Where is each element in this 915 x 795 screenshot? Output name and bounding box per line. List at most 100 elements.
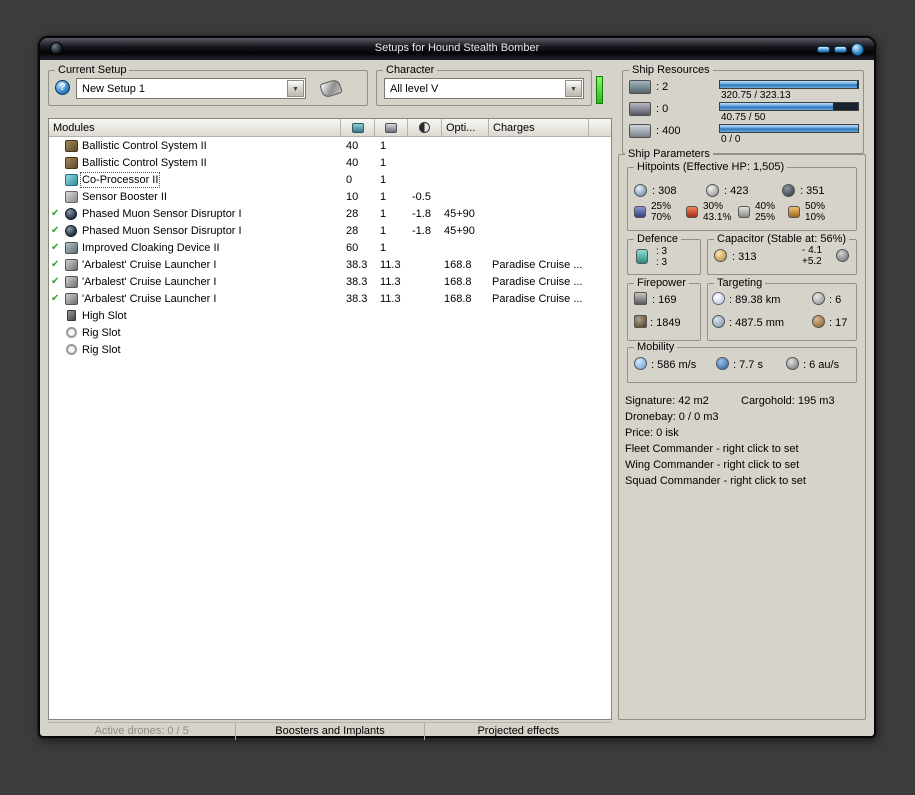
- module-row[interactable]: ✔ Phased Muon Sensor Disruptor I 28 1 -1…: [49, 206, 611, 223]
- fitted-check-icon: ✔: [51, 208, 60, 219]
- module-row[interactable]: Rig Slot: [49, 342, 611, 359]
- module-cpu-value: 38.3: [346, 276, 368, 288]
- module-row[interactable]: ✔ 'Arbalest' Cruise Launcher I 38.3 11.3…: [49, 291, 611, 308]
- module-cpu-value: 38.3: [346, 293, 368, 305]
- window-body: Current Setup ? New Setup 1 ▼ Character …: [40, 60, 874, 740]
- dropdown-arrow-icon[interactable]: ▼: [565, 80, 582, 97]
- max-targets-value: : 6: [829, 294, 842, 306]
- defence-value-2: : 3: [656, 257, 668, 268]
- kinetic-resist-icon: [738, 206, 750, 218]
- module-row[interactable]: ✔ 'Arbalest' Cruise Launcher I 38.3 11.3…: [49, 274, 611, 291]
- help-icon[interactable]: ?: [55, 80, 70, 95]
- fleet-commander-stat[interactable]: Fleet Commander - right click to set: [625, 443, 799, 455]
- scan-resolution-value: : 487.5 mm: [729, 317, 785, 329]
- warp-speed-icon: [786, 357, 799, 370]
- module-row[interactable]: Ballistic Control System II 40 1: [49, 138, 611, 155]
- minimize-button[interactable]: [817, 45, 830, 53]
- setup-select[interactable]: New Setup 1 ▼: [76, 78, 306, 99]
- setup-tools-icon[interactable]: [317, 78, 345, 98]
- module-powergrid-value: 11.3: [380, 276, 401, 288]
- capacitor-recharge-icon: [836, 249, 849, 262]
- tab-active-drones[interactable]: Active drones: 0 / 5: [48, 723, 237, 740]
- column-header-capacitor[interactable]: [408, 119, 442, 137]
- cpu-icon: [629, 80, 651, 94]
- module-row[interactable]: Co-Processor II 0 1: [49, 172, 611, 189]
- module-cpu-value: 0: [346, 174, 353, 186]
- module-row[interactable]: ✔ Phased Muon Sensor Disruptor I 28 1 -1…: [49, 223, 611, 240]
- targeting-range-value: : 89.38 km: [729, 294, 781, 306]
- tab-projected-effects[interactable]: Projected effects: [425, 723, 612, 740]
- em-resist-icon: [634, 206, 646, 218]
- module-row[interactable]: ✔ Improved Cloaking Device II 60 1: [49, 240, 611, 257]
- thermal-resist-bottom: 43.1%: [703, 212, 732, 223]
- column-header-charges[interactable]: Charges: [489, 119, 589, 137]
- shield-hp-value: : 308: [652, 185, 677, 197]
- column-header-optimal[interactable]: Opti...: [442, 119, 489, 137]
- module-name: Sensor Booster II: [82, 191, 167, 203]
- titlebar[interactable]: Setups for Hound Stealth Bomber: [40, 38, 874, 60]
- character-select-value: All level V: [390, 83, 439, 95]
- kinetic-resist-bottom: 25%: [755, 212, 776, 223]
- squad-commander-stat[interactable]: Squad Commander - right click to set: [625, 475, 806, 487]
- module-name: Improved Cloaking Device II: [82, 242, 220, 254]
- module-row[interactable]: ✔ 'Arbalest' Cruise Launcher I 38.3 11.3…: [49, 257, 611, 274]
- module-icon: [65, 293, 78, 305]
- price-stat: Price: 0 isk: [625, 427, 679, 439]
- tab-boosters-implants[interactable]: Boosters and Implants: [236, 723, 425, 740]
- cpu-bar: [719, 80, 859, 89]
- module-name: Phased Muon Sensor Disruptor I: [82, 225, 242, 237]
- mobility-label: Mobility: [634, 341, 678, 353]
- powergrid-icon: [385, 122, 397, 133]
- module-icon: [65, 259, 78, 271]
- module-icon: [65, 276, 78, 288]
- powergrid-icon: [629, 102, 651, 116]
- powergrid-resource-row: : 0 40.75 / 50: [627, 101, 859, 123]
- em-resist-top: 25%: [651, 201, 672, 212]
- module-row[interactable]: High Slot: [49, 308, 611, 325]
- structure-icon: [782, 184, 795, 197]
- hitpoints-group: Hitpoints (Effective HP: 1,505) : 308 : …: [627, 161, 857, 231]
- mobility-group: Mobility : 586 m/s : 7.7 s : 6 au/s: [627, 341, 857, 383]
- column-header-cpu[interactable]: [341, 119, 375, 137]
- column-header-modules[interactable]: Modules: [49, 119, 341, 137]
- module-optimal-value: 45+90: [444, 225, 475, 237]
- module-powergrid-value: 1: [380, 242, 387, 254]
- max-velocity-value: : 586 m/s: [651, 359, 697, 371]
- fitted-check-icon: ✔: [51, 242, 60, 253]
- hitpoints-label: Hitpoints (Effective HP: 1,505): [634, 161, 788, 173]
- close-button[interactable]: [851, 42, 864, 56]
- thermal-resist-icon: [686, 206, 698, 218]
- armor-icon: [706, 184, 719, 197]
- app-icon[interactable]: [50, 42, 63, 55]
- charges-header-label: Charges: [493, 121, 535, 134]
- capacitor-value: : 313: [732, 251, 757, 263]
- capacitor-recharge-value: +5.2: [802, 256, 822, 267]
- calibration-free-value: : 400: [656, 125, 681, 137]
- column-header-powergrid[interactable]: [375, 119, 408, 137]
- modules-header: Modules Opti... Charges: [49, 119, 611, 137]
- module-row[interactable]: Rig Slot: [49, 325, 611, 342]
- module-name: Co-Processor II: [79, 172, 161, 188]
- kinetic-resist-top: 40%: [755, 201, 776, 212]
- dropdown-arrow-icon[interactable]: ▼: [287, 80, 304, 97]
- module-row[interactable]: Ballistic Control System II 40 1: [49, 155, 611, 172]
- module-icon: [65, 157, 78, 169]
- module-powergrid-value: 1: [380, 140, 387, 152]
- targeting-range-icon: [712, 292, 725, 305]
- module-optimal-value: 168.8: [444, 259, 472, 271]
- volley-icon: [634, 292, 647, 305]
- current-setup-group: Current Setup ? New Setup 1 ▼: [48, 64, 368, 106]
- fitted-check-icon: ✔: [51, 276, 60, 287]
- character-label: Character: [383, 64, 438, 76]
- maximize-button[interactable]: [834, 45, 847, 53]
- warp-speed-value: : 6 au/s: [803, 359, 840, 371]
- capacitor-icon: [419, 122, 430, 133]
- module-optimal-value: 168.8: [444, 276, 472, 288]
- module-cpu-value: 38.3: [346, 259, 368, 271]
- character-select[interactable]: All level V ▼: [384, 78, 584, 99]
- agility-icon: [716, 357, 729, 370]
- defence-label: Defence: [634, 233, 681, 245]
- wing-commander-stat[interactable]: Wing Commander - right click to set: [625, 459, 799, 471]
- module-row[interactable]: Sensor Booster II 10 1 -0.5: [49, 189, 611, 206]
- column-header-filler: [589, 119, 611, 137]
